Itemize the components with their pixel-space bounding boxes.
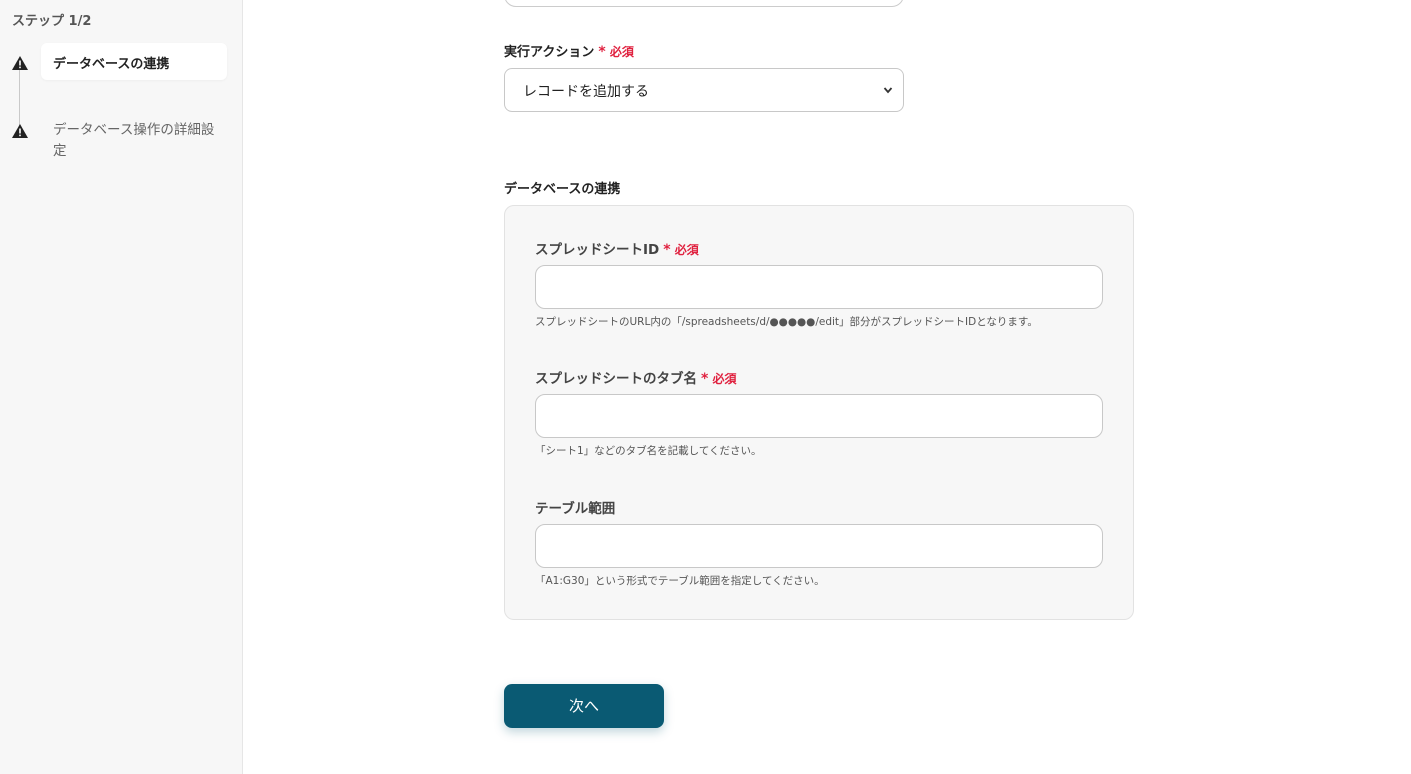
warning-icon bbox=[12, 124, 28, 138]
step-connector-line bbox=[19, 70, 20, 132]
main-content: 実行アクション * 必須 レコードを追加する データベースの連携 スプレッドシート… bbox=[244, 0, 1411, 774]
required-badge: * 必須 bbox=[663, 242, 699, 258]
tab-name-hint: 「シート1」などのタブ名を記載してください。 bbox=[535, 445, 762, 457]
table-range-label: テーブル範囲 bbox=[535, 501, 616, 517]
action-select[interactable]: レコードを追加する bbox=[504, 68, 904, 112]
sidebar-step-label: データベースの連携 bbox=[53, 57, 170, 72]
required-badge: * 必須 bbox=[701, 371, 737, 387]
spreadsheet-id-label: スプレッドシートID * 必須 bbox=[535, 242, 699, 258]
sidebar-step-label: データベース操作の詳細設定 bbox=[53, 122, 215, 159]
sidebar: ステップ 1/2 データベースの連携 データベース操作の詳細設定 bbox=[0, 0, 243, 774]
spreadsheet-id-input[interactable] bbox=[535, 265, 1103, 309]
section-title: データベースの連携 bbox=[504, 182, 621, 197]
next-button[interactable]: 次へ bbox=[504, 684, 664, 728]
chevron-down-icon bbox=[883, 83, 893, 101]
warning-icon bbox=[12, 56, 28, 70]
previous-field-input[interactable] bbox=[504, 0, 904, 7]
sidebar-step-database-link[interactable]: データベースの連携 bbox=[41, 43, 227, 80]
tab-name-input[interactable] bbox=[535, 394, 1103, 438]
table-range-hint: 「A1:G30」という形式でテーブル範囲を指定してください。 bbox=[535, 575, 825, 587]
sidebar-step-database-details[interactable]: データベース操作の詳細設定 bbox=[41, 118, 227, 164]
action-label: 実行アクション * 必須 bbox=[504, 44, 634, 60]
database-link-panel: スプレッドシートID * 必須 スプレッドシートのURL内の「/spreadshe… bbox=[504, 205, 1134, 620]
tab-name-label: スプレッドシートのタブ名 * 必須 bbox=[535, 371, 737, 387]
required-badge: * 必須 bbox=[598, 44, 634, 60]
step-count: ステップ 1/2 bbox=[12, 14, 92, 29]
table-range-input[interactable] bbox=[535, 524, 1103, 568]
action-select-value: レコードを追加する bbox=[523, 84, 649, 100]
spreadsheet-id-hint: スプレッドシートのURL内の「/spreadsheets/d/●●●●●/edi… bbox=[535, 316, 1038, 328]
